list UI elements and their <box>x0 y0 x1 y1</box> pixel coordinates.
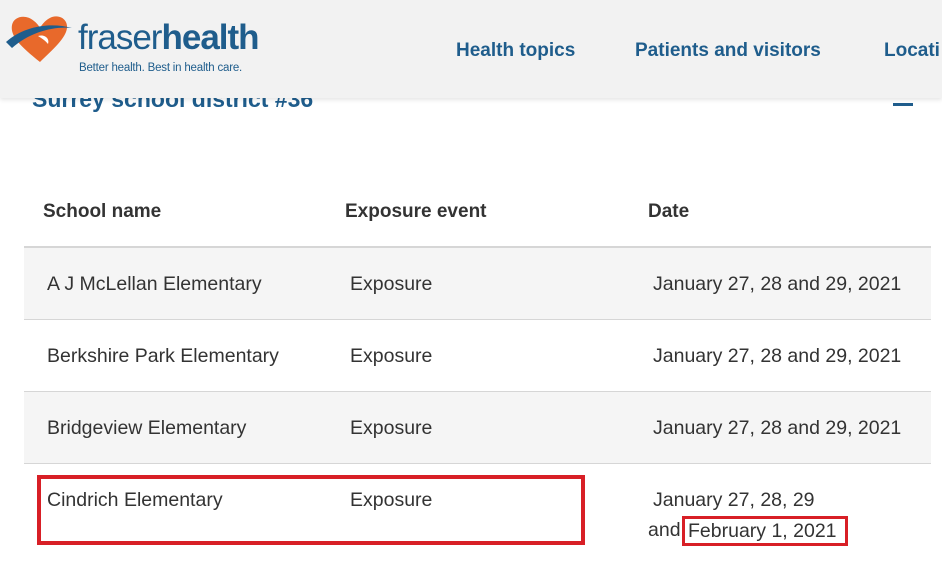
table-row: A J McLellan Elementary Exposure January… <box>24 248 931 320</box>
heart-logo-icon <box>6 16 72 62</box>
school-name-cell: Cindrich Elementary <box>47 489 223 511</box>
nav-health-topics[interactable]: Health topics <box>456 40 575 62</box>
date-cell: January 27, 28 and 29, 2021 <box>653 417 902 439</box>
nav-locations[interactable]: Locati <box>884 40 940 62</box>
exposure-event-cell: Exposure <box>350 273 433 295</box>
table-row: Cindrich Elementary Exposure January 27,… <box>24 464 931 564</box>
date-cell: January 27, 28 and 29, 2021 <box>653 273 902 295</box>
column-header-date: Date <box>648 201 690 222</box>
table-header: School name Exposure event Date <box>24 175 931 248</box>
exposure-event-cell: Exposure <box>350 489 433 511</box>
column-header-school-name: School name <box>43 201 162 222</box>
date-cell-line1: January 27, 28, 29 <box>653 489 815 511</box>
logo-tagline: Better health. Best in health care. <box>79 62 243 74</box>
highlighted-date: February 1, 2021 <box>682 516 848 546</box>
date-cell-line2-prefix: and <box>648 519 681 541</box>
table-row: Berkshire Park Elementary Exposure Janua… <box>24 320 931 392</box>
minus-icon <box>893 103 913 106</box>
fraser-health-logo[interactable]: fraserhealth Better health. Best in heal… <box>4 12 260 82</box>
school-exposure-table: School name Exposure event Date A J McLe… <box>24 175 931 564</box>
exposure-event-cell: Exposure <box>350 345 433 367</box>
school-name-cell: A J McLellan Elementary <box>47 273 262 295</box>
logo-wordmark: fraserhealth <box>78 18 260 57</box>
table-row: Bridgeview Elementary Exposure January 2… <box>24 392 931 464</box>
school-name-cell: Berkshire Park Elementary <box>47 345 279 367</box>
date-cell: January 27, 28 and 29, 2021 <box>653 345 902 367</box>
column-header-exposure-event: Exposure event <box>345 201 487 222</box>
nav-patients-and-visitors[interactable]: Patients and visitors <box>635 40 821 62</box>
school-name-cell: Bridgeview Elementary <box>47 417 247 439</box>
exposure-event-cell: Exposure <box>350 417 433 439</box>
site-header: fraserhealth Better health. Best in heal… <box>0 0 942 98</box>
